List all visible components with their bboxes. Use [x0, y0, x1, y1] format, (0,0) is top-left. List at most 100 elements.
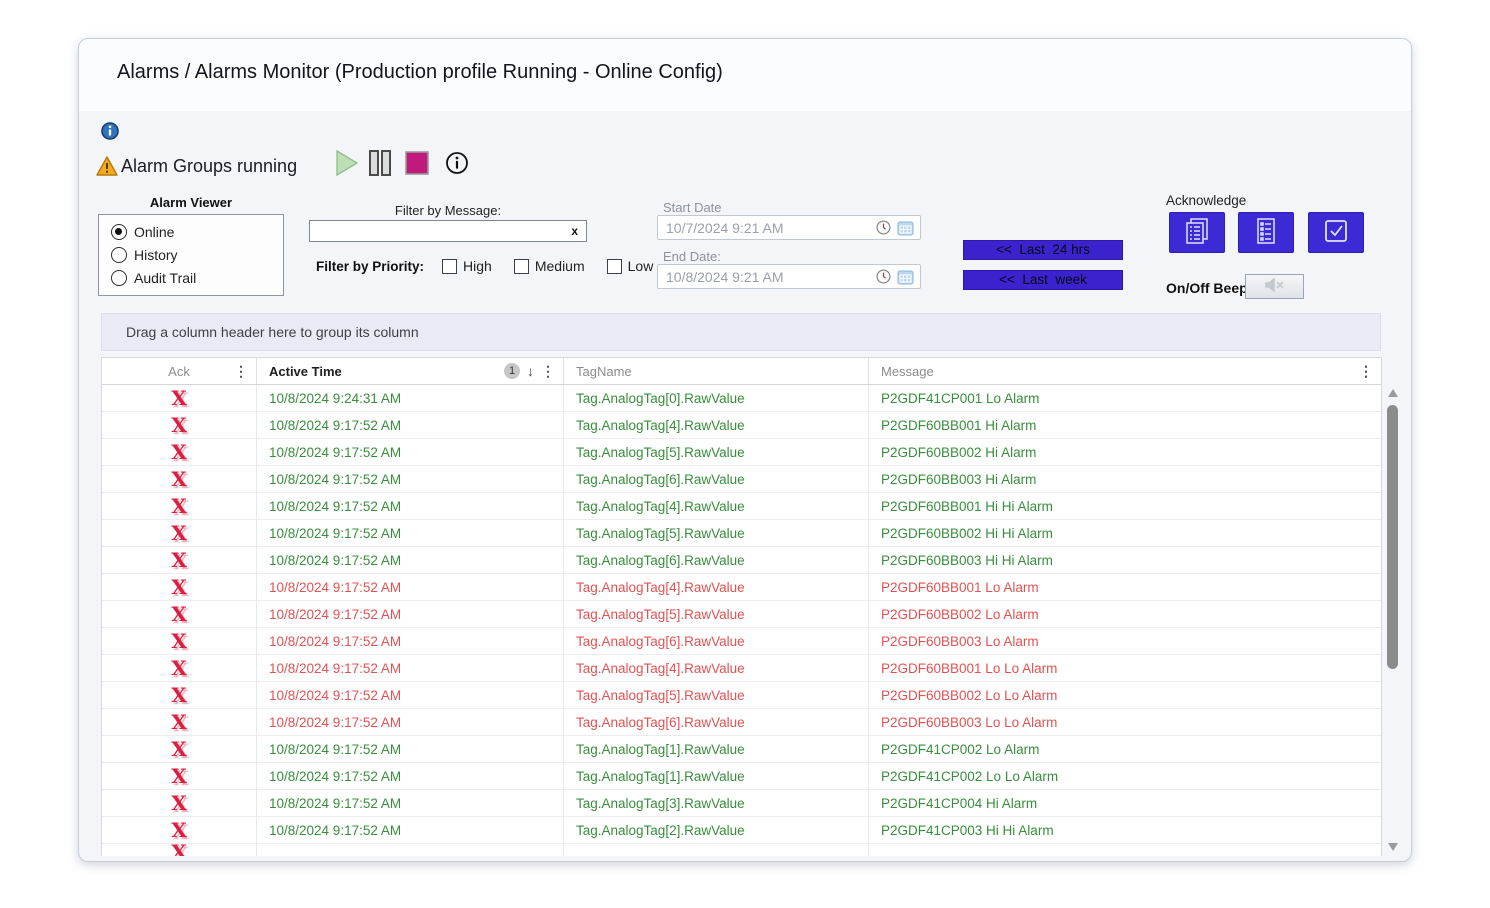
clock-icon[interactable]: [876, 220, 891, 235]
ack-cell[interactable]: X: [102, 628, 257, 654]
scroll-down-arrow-icon[interactable]: [1388, 843, 1398, 851]
scrollbar-thumb[interactable]: [1387, 405, 1398, 669]
beep-toggle-button[interactable]: [1245, 274, 1304, 299]
active-time-column-menu-icon[interactable]: ⋮: [541, 363, 555, 380]
group-by-bar[interactable]: Drag a column header here to group its c…: [101, 313, 1381, 351]
table-row[interactable]: X 10/8/2024 9:17:52 AM Tag.AnalogTag[6].…: [102, 466, 1381, 493]
table-row[interactable]: X 10/8/2024 9:17:52 AM Tag.AnalogTag[5].…: [102, 601, 1381, 628]
clear-filter-button[interactable]: x: [563, 224, 586, 238]
column-header-active-time[interactable]: Active Time 1 ↓ ⋮: [257, 358, 564, 384]
radio-history[interactable]: History: [111, 247, 271, 263]
unacknowledged-icon[interactable]: X: [171, 820, 187, 840]
ack-cell[interactable]: X: [102, 763, 257, 789]
table-row[interactable]: X 10/8/2024 9:17:52 AM Tag.AnalogTag[6].…: [102, 547, 1381, 574]
table-row-partial[interactable]: X: [102, 844, 1381, 856]
checkbox-low-control[interactable]: [607, 259, 622, 274]
table-row[interactable]: X 10/8/2024 9:17:52 AM Tag.AnalogTag[3].…: [102, 790, 1381, 817]
table-row[interactable]: X 10/8/2024 9:17:52 AM Tag.AnalogTag[1].…: [102, 763, 1381, 790]
ack-cell[interactable]: X: [102, 574, 257, 600]
ack-cell[interactable]: X: [102, 493, 257, 519]
ack-cell[interactable]: X: [102, 547, 257, 573]
checkbox-high[interactable]: High: [442, 258, 492, 274]
radio-audit-trail[interactable]: Audit Trail: [111, 270, 271, 286]
ack-cell[interactable]: X: [102, 520, 257, 546]
radio-history-control[interactable]: [111, 247, 127, 263]
pause-button[interactable]: [367, 149, 393, 180]
unacknowledged-icon[interactable]: X: [171, 604, 187, 624]
unacknowledged-icon[interactable]: X: [171, 550, 187, 570]
radio-audit-trail-control[interactable]: [111, 270, 127, 286]
unacknowledged-icon[interactable]: X: [171, 523, 187, 543]
table-row[interactable]: X 10/8/2024 9:17:52 AM Tag.AnalogTag[5].…: [102, 520, 1381, 547]
unacknowledged-icon[interactable]: X: [171, 388, 187, 408]
sort-arrow-icon[interactable]: ↓: [527, 363, 534, 379]
active-time-cell: 10/8/2024 9:17:52 AM: [257, 412, 564, 438]
unacknowledged-icon[interactable]: X: [171, 844, 187, 856]
checkbox-low[interactable]: Low: [607, 258, 654, 274]
table-row[interactable]: X 10/8/2024 9:17:52 AM Tag.AnalogTag[6].…: [102, 628, 1381, 655]
ack-cell[interactable]: X: [102, 601, 257, 627]
unacknowledged-icon[interactable]: X: [171, 415, 187, 435]
table-row[interactable]: X 10/8/2024 9:17:52 AM Tag.AnalogTag[5].…: [102, 439, 1381, 466]
play-button[interactable]: [334, 149, 360, 180]
ack-column-menu-icon[interactable]: ⋮: [234, 363, 248, 380]
unacknowledged-icon[interactable]: X: [171, 766, 187, 786]
ack-cell[interactable]: X: [102, 466, 257, 492]
table-row[interactable]: X 10/8/2024 9:17:52 AM Tag.AnalogTag[4].…: [102, 412, 1381, 439]
unacknowledged-icon[interactable]: X: [171, 631, 187, 651]
table-row[interactable]: X 10/8/2024 9:17:52 AM Tag.AnalogTag[4].…: [102, 655, 1381, 682]
column-header-message[interactable]: Message ⋮: [869, 358, 1381, 384]
ack-cell[interactable]: X: [102, 655, 257, 681]
unacknowledged-icon[interactable]: X: [171, 793, 187, 813]
ack-cell[interactable]: X: [102, 817, 257, 843]
unacknowledged-icon[interactable]: X: [171, 658, 187, 678]
unacknowledged-icon[interactable]: X: [171, 469, 187, 489]
active-time-cell: 10/8/2024 9:17:52 AM: [257, 709, 564, 735]
calendar-icon[interactable]: [897, 269, 914, 285]
last-week-button[interactable]: << Last week: [963, 270, 1123, 290]
unacknowledged-icon[interactable]: X: [171, 577, 187, 597]
acknowledge-selected-button[interactable]: [1308, 212, 1364, 253]
unacknowledged-icon[interactable]: X: [171, 739, 187, 759]
clock-icon[interactable]: [876, 269, 891, 284]
checkbox-medium-control[interactable]: [514, 259, 529, 274]
table-row[interactable]: X 10/8/2024 9:17:52 AM Tag.AnalogTag[2].…: [102, 817, 1381, 844]
unacknowledged-icon[interactable]: X: [171, 442, 187, 462]
message-column-menu-icon[interactable]: ⋮: [1359, 363, 1373, 380]
start-date-input[interactable]: [658, 220, 876, 236]
calendar-icon[interactable]: [897, 220, 914, 236]
info-circle-icon[interactable]: [445, 151, 469, 178]
filter-by-message-input[interactable]: [310, 222, 563, 240]
vertical-scrollbar[interactable]: [1386, 385, 1400, 855]
ack-cell[interactable]: X: [102, 385, 257, 411]
stop-button[interactable]: [404, 149, 430, 180]
table-row[interactable]: X 10/8/2024 9:17:52 AM Tag.AnalogTag[1].…: [102, 736, 1381, 763]
radio-online-control[interactable]: [111, 224, 127, 240]
end-date-input[interactable]: [658, 269, 876, 285]
unacknowledged-icon[interactable]: X: [171, 685, 187, 705]
table-row[interactable]: X 10/8/2024 9:17:52 AM Tag.AnalogTag[6].…: [102, 709, 1381, 736]
scroll-up-arrow-icon[interactable]: [1388, 389, 1398, 397]
ack-cell[interactable]: X: [102, 736, 257, 762]
acknowledge-page-button[interactable]: [1238, 212, 1294, 253]
unacknowledged-icon[interactable]: X: [171, 496, 187, 516]
last-24-hrs-button[interactable]: << Last 24 hrs: [963, 240, 1123, 260]
muted-speaker-icon: [1264, 277, 1286, 296]
radio-online[interactable]: Online: [111, 224, 271, 240]
table-row[interactable]: X 10/8/2024 9:17:52 AM Tag.AnalogTag[4].…: [102, 574, 1381, 601]
ack-cell[interactable]: X: [102, 682, 257, 708]
ack-cell[interactable]: X: [102, 709, 257, 735]
ack-cell[interactable]: X: [102, 439, 257, 465]
acknowledge-all-pages-button[interactable]: [1169, 212, 1225, 253]
unacknowledged-icon[interactable]: X: [171, 712, 187, 732]
table-row[interactable]: X 10/8/2024 9:17:52 AM Tag.AnalogTag[5].…: [102, 682, 1381, 709]
checkbox-medium[interactable]: Medium: [514, 258, 585, 274]
table-row[interactable]: X 10/8/2024 9:24:31 AM Tag.AnalogTag[0].…: [102, 385, 1381, 412]
column-header-tagname[interactable]: TagName ⋮: [564, 358, 869, 384]
table-row[interactable]: X 10/8/2024 9:17:52 AM Tag.AnalogTag[4].…: [102, 493, 1381, 520]
checkbox-high-control[interactable]: [442, 259, 457, 274]
info-blue-icon[interactable]: [101, 122, 119, 140]
ack-cell[interactable]: X: [102, 412, 257, 438]
ack-cell[interactable]: X: [102, 790, 257, 816]
column-header-ack[interactable]: Ack ⋮: [102, 358, 257, 384]
